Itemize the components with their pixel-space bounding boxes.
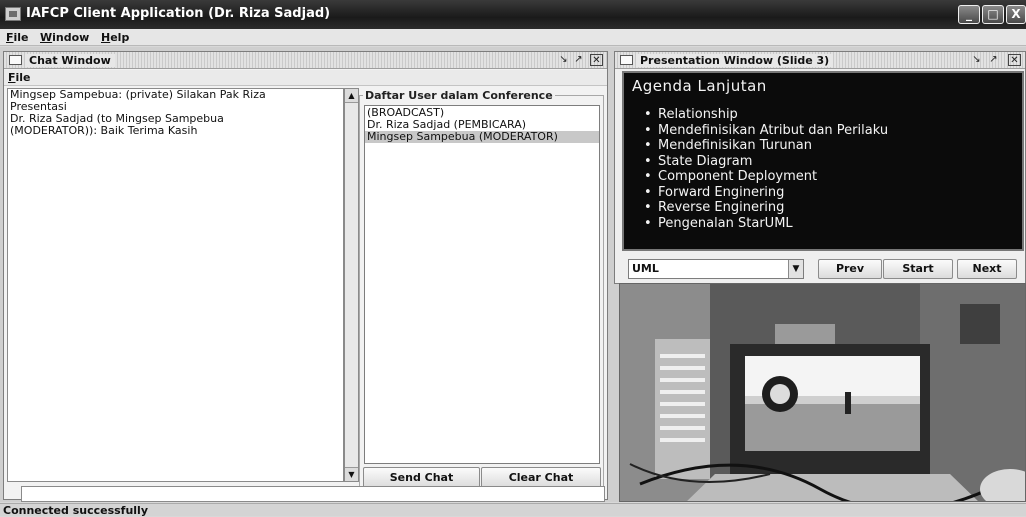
webcam-image: [620, 284, 1025, 501]
menu-window-mnemonic: W: [40, 31, 53, 44]
presentation-window-title: Presentation Window (Slide 3): [636, 54, 834, 67]
slide-bullet: Mendefinisikan Atribut dan Perilaku: [644, 123, 888, 139]
maximize-icon[interactable]: ↗: [572, 54, 585, 66]
slide-title: Agenda Lanjutan: [632, 77, 767, 95]
chat-input[interactable]: [21, 486, 605, 502]
clear-chat-button[interactable]: Clear Chat: [481, 467, 601, 488]
chevron-down-icon[interactable]: ▼: [788, 260, 803, 278]
slide-bullet: Mendefinisikan Turunan: [644, 138, 888, 154]
chat-menu-file-mnemonic: F: [8, 71, 16, 84]
presentation-window: Presentation Window (Slide 3) ↘ ↗ ✕ Agen…: [614, 51, 1026, 284]
window-frame-icon: [9, 55, 22, 65]
chat-menu-file-label: ile: [15, 71, 31, 84]
slide-bullet: Reverse Enginering: [644, 200, 888, 216]
slide-bullet-list: Relationship Mendefinisikan Atribut dan …: [644, 107, 888, 231]
menu-window-label: indow: [52, 31, 90, 44]
slide-bullet: Pengenalan StarUML: [644, 216, 888, 232]
chat-menu-bar: File: [4, 70, 607, 86]
user-item-selected[interactable]: Mingsep Sampebua (MODERATOR): [365, 131, 599, 143]
users-group-label: Daftar User dalam Conference: [363, 89, 555, 102]
menu-file-label: ile: [13, 31, 29, 44]
start-button[interactable]: Start: [883, 259, 953, 279]
chat-log[interactable]: Mingsep Sampebua: (private) Silakan Pak …: [7, 88, 344, 482]
app-icon: [5, 7, 21, 21]
title-bar: IAFCP Client Application (Dr. Riza Sadja…: [0, 0, 1026, 29]
maximize-button[interactable]: □: [982, 5, 1004, 24]
menu-help-label: elp: [110, 31, 130, 44]
menu-file-mnemonic: F: [6, 31, 14, 44]
window-title: IAFCP Client Application (Dr. Riza Sadja…: [26, 6, 331, 21]
iconify-icon[interactable]: ↘: [970, 54, 983, 66]
window-frame-icon: [620, 55, 633, 65]
scroll-down-icon[interactable]: ▼: [345, 467, 358, 481]
presentation-select-value: UML: [632, 262, 659, 275]
presentation-window-titlebar[interactable]: Presentation Window (Slide 3) ↘ ↗ ✕: [615, 52, 1025, 69]
maximize-icon[interactable]: ↗: [987, 54, 1000, 66]
menu-help-mnemonic: H: [101, 31, 111, 44]
chat-message: Dr. Riza Sadjad (to Mingsep Sampebua (MO…: [10, 112, 224, 137]
menu-window[interactable]: Window: [40, 31, 89, 44]
chat-log-scrollbar[interactable]: ▲ ▼: [344, 88, 359, 482]
send-chat-button[interactable]: Send Chat: [363, 467, 480, 488]
menu-bar: File Window Help: [0, 29, 1026, 46]
users-list[interactable]: (BROADCAST) Dr. Riza Sadjad (PEMBICARA) …: [364, 105, 600, 464]
minimize-button[interactable]: _: [958, 5, 980, 24]
menu-help[interactable]: Help: [101, 31, 129, 44]
next-button[interactable]: Next: [957, 259, 1017, 279]
close-icon[interactable]: ✕: [1008, 54, 1021, 66]
slide-bullet: Forward Enginering: [644, 185, 888, 201]
prev-button[interactable]: Prev: [818, 259, 882, 279]
chat-window-titlebar[interactable]: Chat Window ↘ ↗ ✕: [4, 52, 607, 69]
status-bar: Connected successfully: [0, 503, 1026, 517]
close-icon[interactable]: ✕: [590, 54, 603, 66]
slide-bullet: Relationship: [644, 107, 888, 123]
presentation-select[interactable]: UML ▼: [628, 259, 804, 279]
scroll-up-icon[interactable]: ▲: [345, 89, 358, 103]
slide-bullet: Component Deployment: [644, 169, 888, 185]
chat-menu-file[interactable]: File: [8, 71, 31, 84]
video-feed: [619, 283, 1026, 502]
menu-file[interactable]: File: [6, 31, 29, 44]
slide-bullet: State Diagram: [644, 154, 888, 170]
chat-window-title: Chat Window: [25, 54, 115, 67]
iconify-icon[interactable]: ↘: [557, 54, 570, 66]
chat-window: Chat Window ↘ ↗ ✕ File Mingsep Sampebua:…: [3, 51, 608, 502]
slide-view: Agenda Lanjutan Relationship Mendefinisi…: [622, 71, 1024, 251]
chat-message: Mingsep Sampebua: (private) Silakan Pak …: [10, 88, 266, 113]
close-button[interactable]: X: [1006, 5, 1026, 24]
